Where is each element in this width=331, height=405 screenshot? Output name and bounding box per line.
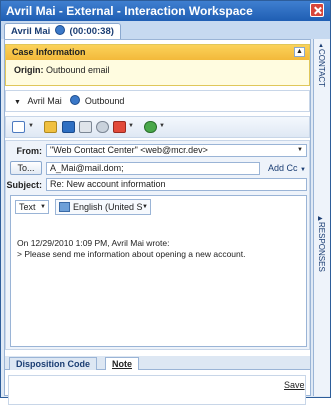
save-icon[interactable] [62, 121, 75, 133]
outbound-email-icon [70, 95, 81, 105]
transfer-icon[interactable] [144, 121, 157, 133]
attach-icon[interactable] [96, 121, 109, 133]
language-dropdown-icon: ▼ [142, 204, 148, 210]
case-information-title: Case Information [12, 47, 86, 57]
interaction-tabstrip: Avril Mai (00:00:38) [1, 21, 330, 39]
from-label: From: [16, 146, 43, 156]
mark-done-icon[interactable] [44, 121, 57, 133]
party-expand-icon[interactable]: ▼ [14, 99, 21, 106]
quoted-line: > Please send me information about openi… [17, 249, 246, 259]
interaction-window: Avril Mai - External - Interaction Works… [0, 0, 331, 405]
format-dropdown-icon: ▼ [40, 204, 46, 210]
case-information-panel: Case Information ▲ Origin: Outbound emai… [5, 44, 310, 86]
send-email-icon[interactable] [12, 121, 25, 133]
side-tab-bar: ▲ CONTACT ▶ RESPONSES [313, 39, 330, 396]
tab-avril-mai[interactable]: Avril Mai (00:00:38) [4, 23, 121, 39]
email-compose-panel: From: "Web Contact Center" <web@mcr.dev>… [5, 140, 310, 350]
party-name: Avril Mai [27, 96, 62, 106]
delete-dropdown-icon[interactable]: ▼ [128, 123, 134, 129]
subject-label: Subject: [6, 180, 42, 190]
window-title: Avril Mai - External - Interaction Works… [6, 4, 253, 18]
format-value: Text [19, 202, 36, 212]
bottom-tabstrip: Disposition Code Note [5, 356, 310, 370]
origin-label: Origin: [14, 65, 44, 75]
party-row: ▼ Avril Mai Outbound [5, 90, 310, 112]
note-textarea[interactable] [8, 375, 306, 405]
add-cc-dropdown-icon: ▼ [300, 167, 306, 173]
from-value: "Web Contact Center" <web@mcr.dev> [50, 145, 208, 155]
email-interaction-icon [54, 25, 65, 35]
subject-field[interactable]: Re: New account information [46, 178, 307, 191]
tab-disposition-code[interactable]: Disposition Code [9, 357, 97, 370]
bottom-panel: Disposition Code Note [5, 356, 310, 405]
case-information-header: Case Information ▲ [6, 45, 309, 60]
party-direction: Outbound [84, 96, 125, 106]
tab-contact[interactable]: ▲ CONTACT [314, 43, 331, 87]
email-toolbar: ▼ ▼ ▼ [5, 116, 310, 138]
add-cc-label: Add Cc [268, 163, 298, 173]
transfer-dropdown-icon[interactable]: ▼ [159, 123, 165, 129]
tab-name: Avril Mai [11, 26, 51, 37]
save-note-button[interactable]: Save [284, 380, 305, 390]
workspace-content: Case Information ▲ Origin: Outbound emai… [4, 39, 311, 405]
origin-value: Outbound email [46, 65, 110, 75]
delete-icon[interactable] [113, 121, 126, 133]
responses-label: RESPONSES [317, 222, 326, 272]
from-select[interactable]: "Web Contact Center" <web@mcr.dev> ▼ [46, 144, 307, 157]
case-origin-row: Origin: Outbound email [6, 60, 309, 80]
email-body-text: On 12/29/2010 1:09 PM, Avril Mai wrote: … [17, 238, 245, 260]
to-field[interactable]: A_Mai@mail.dom; [46, 162, 260, 175]
spellcheck-language-select[interactable]: English (United S ▼ [55, 199, 151, 215]
quote-header: On 12/29/2010 1:09 PM, Avril Mai wrote: [17, 238, 170, 248]
chevron-down-icon: ▼ [297, 147, 303, 153]
send-dropdown-icon[interactable]: ▼ [28, 123, 34, 129]
print-icon[interactable] [79, 121, 92, 133]
responses-expand-icon: ▶ [318, 216, 323, 222]
tab-responses[interactable]: ▶ RESPONSES [314, 215, 331, 272]
email-body-editor[interactable]: Text ▼ English (United S ▼ On 12/29/2010… [10, 195, 307, 347]
spellcheck-icon [59, 202, 70, 212]
collapse-up-icon[interactable]: ▲ [294, 47, 305, 57]
add-cc-button[interactable]: Add Cc ▼ [268, 163, 306, 173]
tab-note[interactable]: Note [105, 357, 139, 370]
contact-label: CONTACT [317, 49, 326, 88]
close-icon[interactable] [310, 3, 324, 17]
title-bar: Avril Mai - External - Interaction Works… [1, 1, 330, 21]
format-select[interactable]: Text ▼ [15, 200, 49, 214]
tab-timer: (00:00:38) [69, 26, 114, 37]
to-button[interactable]: To... [10, 161, 42, 175]
language-value: English (United S [73, 202, 143, 212]
